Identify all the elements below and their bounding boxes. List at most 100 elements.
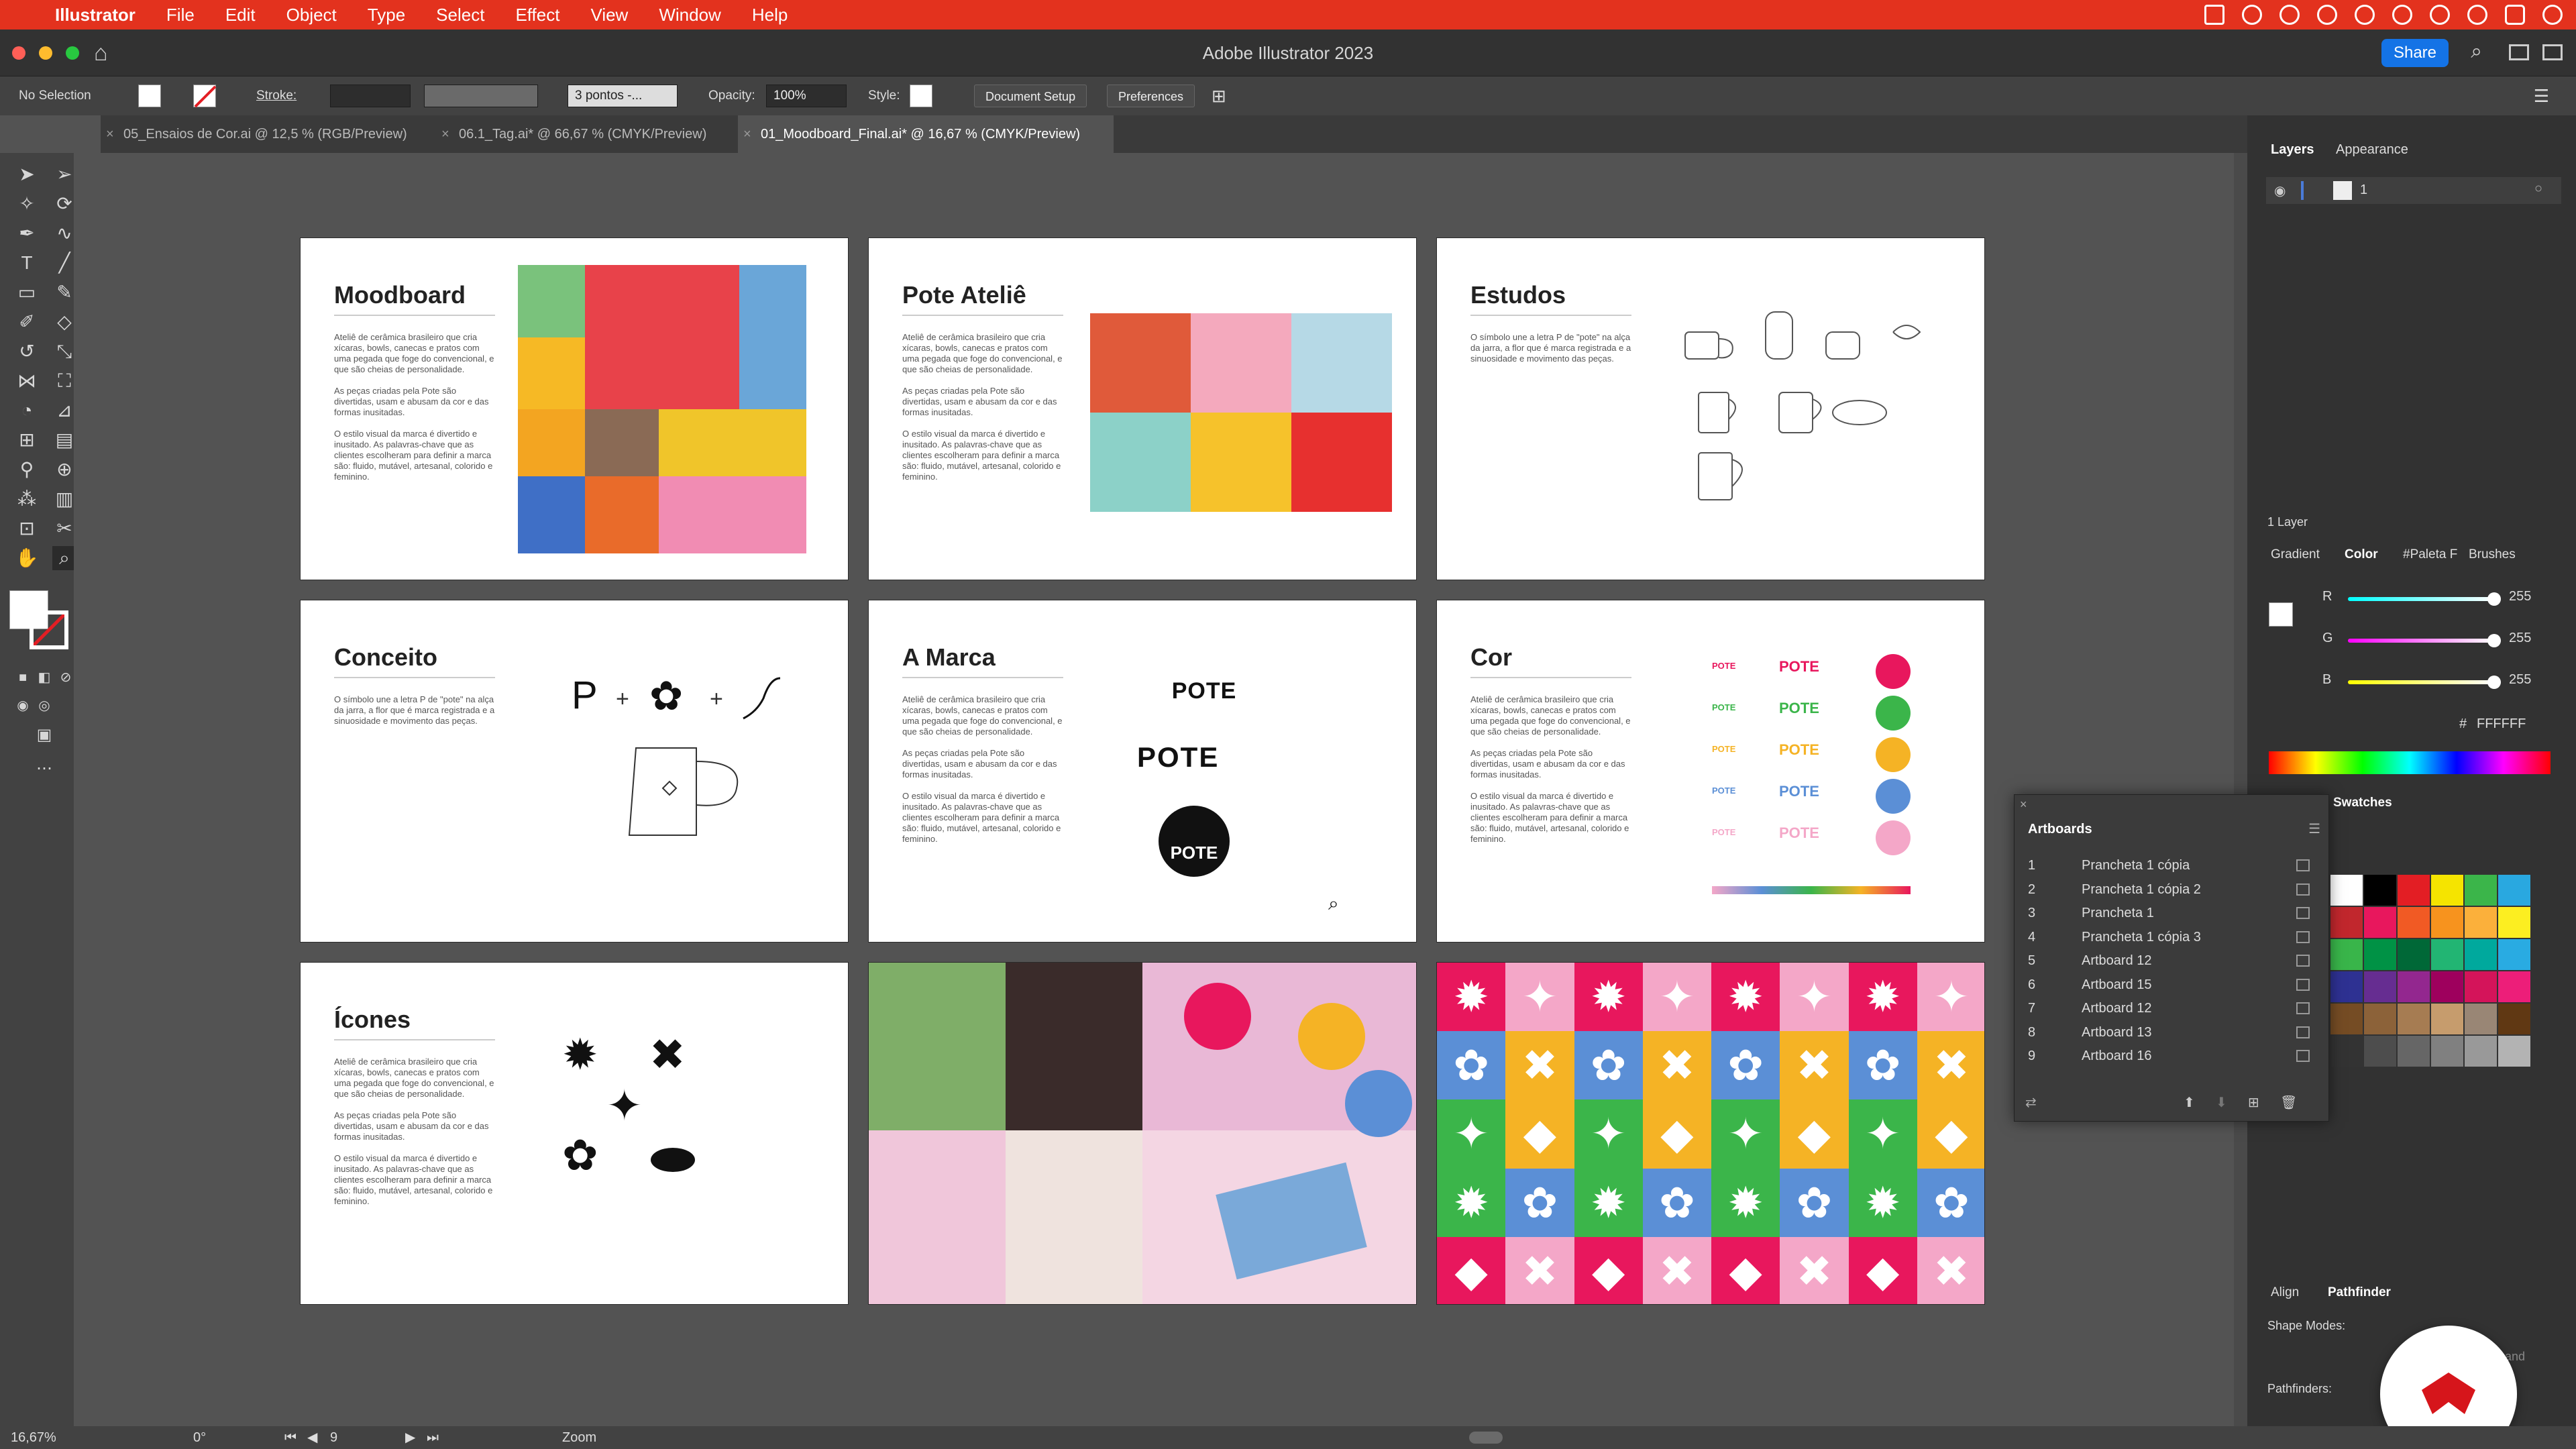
stroke-label[interactable]: Stroke: <box>256 76 297 115</box>
next-artboard-icon[interactable]: ▶ <box>405 1426 415 1449</box>
artboard-name[interactable]: Artboard 13 <box>2082 1021 2152 1044</box>
prev-artboard-icon[interactable]: ◀ <box>307 1426 317 1449</box>
color-fill-swatch[interactable] <box>2269 602 2293 627</box>
color-swatch[interactable] <box>2398 1004 2430 1034</box>
line-tool-icon[interactable]: ╱ <box>52 251 76 275</box>
layer-row[interactable]: ◉ 1 ○ <box>2266 177 2561 204</box>
search-icon[interactable]: ⌕ <box>2471 40 2482 63</box>
g-slider-knob[interactable] <box>2487 634 2501 647</box>
stroke-weight-field[interactable] <box>330 85 411 107</box>
gradient-tool-icon[interactable]: ▤ <box>52 428 76 452</box>
artboard-list-item[interactable]: 8 Artboard 13 <box>2028 1021 2310 1044</box>
color-swatch[interactable] <box>2498 875 2530 906</box>
eye-icon[interactable]: ◉ <box>2274 182 2286 199</box>
artboard-options-icon[interactable] <box>2296 930 2310 943</box>
artboard-name[interactable]: Artboard 12 <box>2082 997 2152 1020</box>
menu-select[interactable]: Select <box>436 5 484 25</box>
artboard-estudos[interactable]: Estudos O símbolo une a letra P de "pote… <box>1436 237 1985 580</box>
direct-selection-tool-icon[interactable]: ➢ <box>52 162 76 186</box>
blend-tool-icon[interactable]: ⊕ <box>52 458 76 482</box>
swatches-grid[interactable] <box>2330 875 2532 1069</box>
artboard-a-marca[interactable]: A Marca Ateliê de cerâmica brasileiro qu… <box>868 600 1417 943</box>
color-swatch[interactable] <box>2364 1004 2396 1034</box>
tab-brushes[interactable]: Brushes <box>2469 547 2516 562</box>
artboard-conceito[interactable]: Conceito O símbolo une a letra P de "pot… <box>300 600 849 943</box>
color-swatch[interactable] <box>2431 1004 2463 1034</box>
perspective-grid-tool-icon[interactable]: ⊿ <box>52 398 76 423</box>
artboard-moodboard[interactable]: Moodboard Ateliê de cerâmica brasileiro … <box>300 237 849 580</box>
tab-pathfinder[interactable]: Pathfinder <box>2328 1285 2391 1300</box>
artboard-options-icon[interactable] <box>2296 907 2310 919</box>
panel-menu-icon[interactable]: ☰ <box>2308 820 2320 837</box>
close-tab-icon[interactable]: × <box>441 115 449 153</box>
artboard-mockups[interactable] <box>868 962 1417 1305</box>
artboard-icones[interactable]: Ícones Ateliê de cerâmica brasileiro que… <box>300 962 849 1305</box>
shaper-tool-icon[interactable]: ✐ <box>15 310 39 334</box>
menu-view[interactable]: View <box>590 5 628 25</box>
rotation-value[interactable]: 0° <box>193 1426 206 1449</box>
color-mode-icon[interactable]: ■ <box>11 665 35 690</box>
rectangle-tool-icon[interactable]: ▭ <box>15 280 39 305</box>
color-swatch[interactable] <box>2364 907 2396 938</box>
g-slider[interactable] <box>2348 639 2494 643</box>
gradient-mode-icon[interactable]: ◧ <box>32 665 56 690</box>
artboard-list-item[interactable]: 9 Artboard 16 <box>2028 1044 2310 1067</box>
menu-effect[interactable]: Effect <box>515 5 559 25</box>
color-swatch[interactable] <box>2431 907 2463 938</box>
variable-width-profile[interactable] <box>424 85 538 107</box>
artboard-cor[interactable]: Cor Ateliê de cerâmica brasileiro que cr… <box>1436 600 1985 943</box>
tab-align[interactable]: Align <box>2271 1285 2299 1300</box>
opacity-label[interactable]: Opacity: <box>708 76 755 115</box>
mesh-tool-icon[interactable]: ⊞ <box>15 428 39 452</box>
stroke-swatch[interactable] <box>193 85 217 108</box>
zoom-tool-icon[interactable]: ⌕ <box>52 546 76 570</box>
layer-name[interactable]: 1 <box>2360 182 2367 198</box>
tab-color[interactable]: Color <box>2345 547 2378 562</box>
clock-icon[interactable] <box>2542 5 2563 25</box>
menu-object[interactable]: Object <box>286 5 337 25</box>
preferences-button[interactable]: Preferences <box>1107 85 1195 107</box>
color-swatch[interactable] <box>2498 939 2530 970</box>
paintbrush-tool-icon[interactable]: ✎ <box>52 280 76 305</box>
sync-icon[interactable] <box>2279 5 2300 25</box>
color-swatch[interactable] <box>2330 939 2363 970</box>
color-spectrum[interactable] <box>2269 751 2551 774</box>
tab-gradient[interactable]: Gradient <box>2271 547 2320 562</box>
artboard-name[interactable]: Prancheta 1 <box>2082 902 2154 924</box>
column-graph-tool-icon[interactable]: ▥ <box>52 487 76 511</box>
menu-type[interactable]: Type <box>368 5 405 25</box>
opacity-field[interactable]: 100% <box>766 85 847 107</box>
color-swatch[interactable] <box>2398 907 2430 938</box>
color-swatch[interactable] <box>2364 939 2396 970</box>
color-swatch[interactable] <box>2498 1036 2530 1067</box>
tab-moodboard-final[interactable]: × 01_Moodboard_Final.ai* @ 16,67 % (CMYK/… <box>738 115 1114 153</box>
color-swatch[interactable] <box>2465 875 2497 906</box>
menu-edit[interactable]: Edit <box>225 5 256 25</box>
record-icon[interactable] <box>2355 5 2375 25</box>
color-swatch[interactable] <box>2465 1036 2497 1067</box>
brush-select[interactable]: 3 pontos -... <box>568 85 678 107</box>
color-swatch[interactable] <box>2498 1004 2530 1034</box>
color-swatch[interactable] <box>2398 971 2430 1002</box>
magic-wand-tool-icon[interactable]: ✧ <box>15 192 39 216</box>
share-button[interactable]: Share <box>2381 39 2449 67</box>
tab-ensaios-de-cor[interactable]: × 05_Ensaios de Cor.ai @ 12,5 % (RGB/Prev… <box>101 115 436 153</box>
screen-mode-icon[interactable]: ▣ <box>32 723 56 747</box>
artboard-list-item[interactable]: 2 Prancheta 1 cópia 2 <box>2028 878 2310 901</box>
edit-toolbar-icon[interactable]: ⋯ <box>32 757 56 781</box>
color-swatch[interactable] <box>2330 1004 2363 1034</box>
artboard-number[interactable]: 9 <box>330 1426 337 1449</box>
control-center-icon[interactable] <box>2505 5 2525 25</box>
color-swatch[interactable] <box>2465 939 2497 970</box>
tab-layers[interactable]: Layers <box>2271 142 2314 158</box>
color-swatch[interactable] <box>2465 971 2497 1002</box>
zoom-level[interactable]: 16,67% <box>11 1426 56 1449</box>
stroke-color-swatch[interactable] <box>30 610 68 649</box>
free-transform-tool-icon[interactable]: ⛶ <box>52 369 76 393</box>
menu-file[interactable]: File <box>166 5 195 25</box>
draw-normal-icon[interactable]: ◉ <box>11 694 35 718</box>
hex-field[interactable]: FFFFFF <box>2477 716 2526 732</box>
eyedropper-tool-icon[interactable]: ⚲ <box>15 458 39 482</box>
color-swatch[interactable] <box>2398 875 2430 906</box>
draw-behind-icon[interactable]: ◎ <box>32 694 56 718</box>
